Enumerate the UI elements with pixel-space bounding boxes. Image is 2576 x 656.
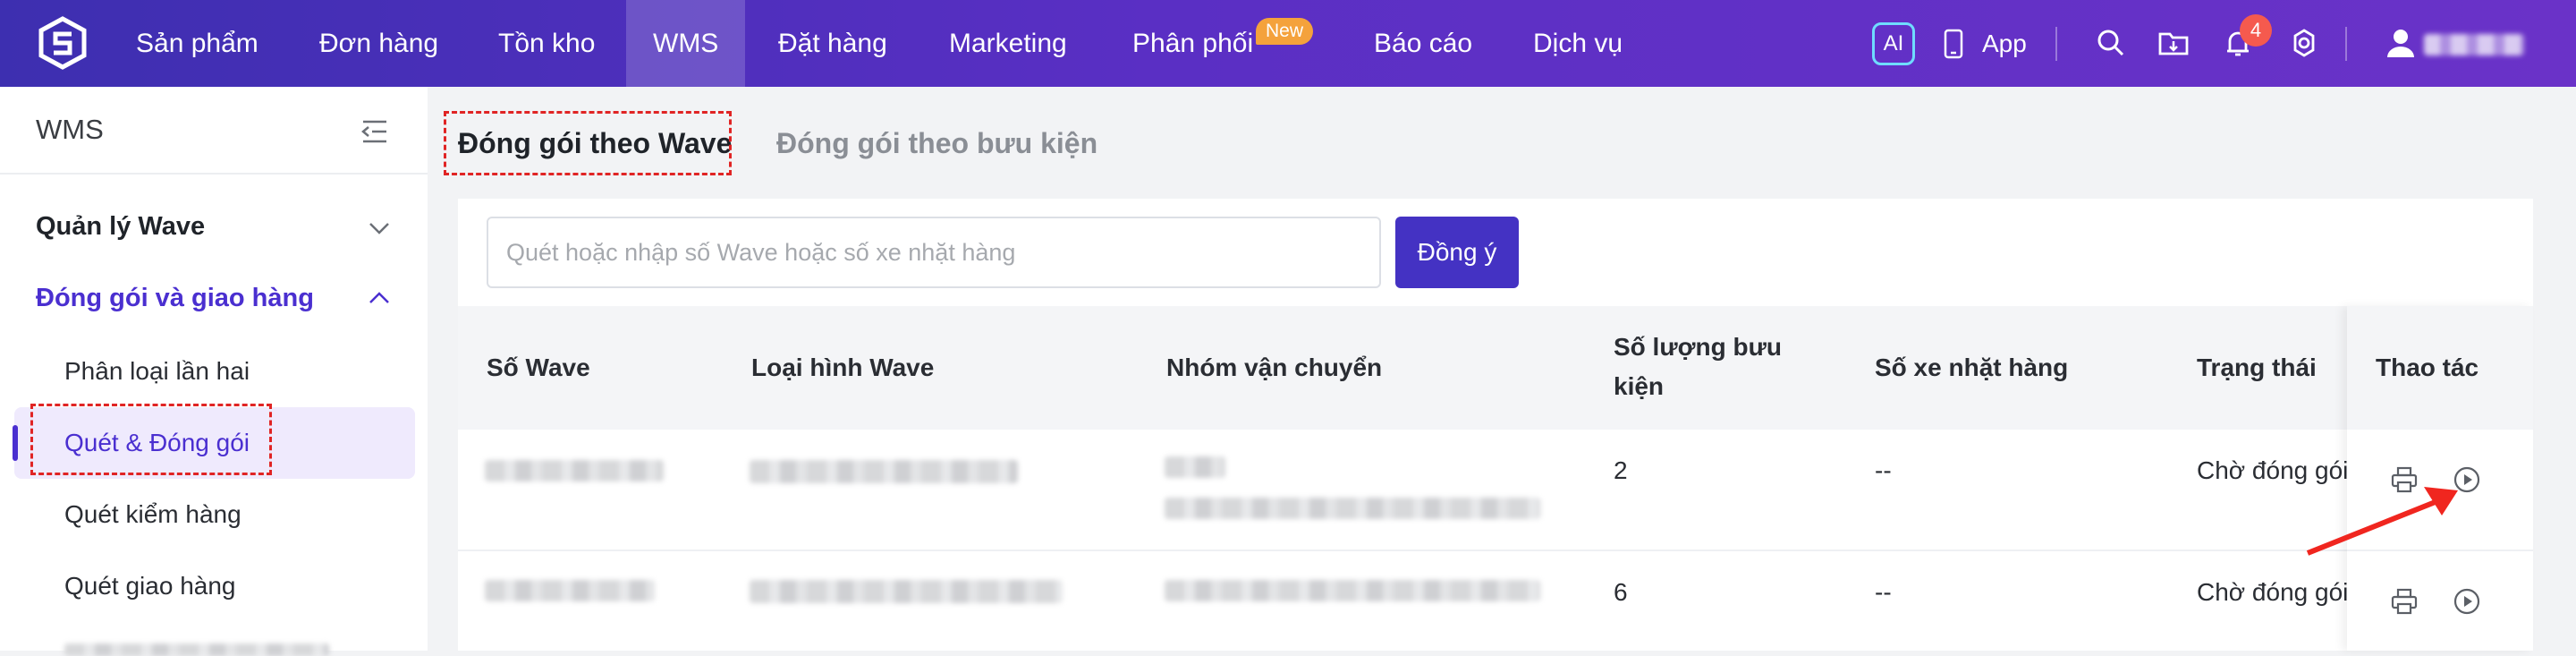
pointer-arrow-annotation bbox=[2306, 487, 2458, 556]
user-icon[interactable] bbox=[2385, 27, 2417, 59]
column-header-status: Trạng thái bbox=[2197, 354, 2317, 381]
column-header-wave-number: Số Wave bbox=[487, 354, 590, 381]
new-badge: New bbox=[1256, 18, 1314, 45]
highlight-box-tab-wave bbox=[444, 111, 732, 175]
top-navigation-bar: Sản phẩm Đơn hàng Tồn kho WMS Đặt hàng M… bbox=[0, 0, 2576, 87]
sidebar-item-cutoff[interactable] bbox=[64, 643, 329, 656]
search-icon[interactable] bbox=[2095, 27, 2127, 59]
notification-count-badge: 4 bbox=[2240, 14, 2272, 47]
column-header-shipping-group: Nhóm vận chuyển bbox=[1166, 354, 1383, 381]
highlight-box-scan-pack bbox=[30, 404, 272, 475]
wave-search-input[interactable]: Quét hoặc nhập số Wave hoặc số xe nhặt h… bbox=[487, 217, 1381, 288]
confirm-button[interactable]: Đồng ý bbox=[1395, 217, 1519, 288]
nav-item-services[interactable]: Dịch vụ bbox=[1533, 0, 1623, 87]
wave-type-redacted bbox=[750, 460, 1018, 483]
nav-item-marketing[interactable]: Marketing bbox=[949, 0, 1067, 87]
play-icon[interactable] bbox=[2453, 587, 2481, 616]
row-divider bbox=[458, 550, 2533, 551]
nav-item-distribution[interactable]: Phân phối bbox=[1132, 0, 1253, 87]
logo-icon[interactable] bbox=[36, 16, 89, 70]
status-text: Chờ đóng gói bbox=[2197, 578, 2349, 606]
parcel-qty: 6 bbox=[1614, 578, 1628, 606]
sidebar-divider bbox=[0, 173, 428, 175]
shipping-group-redacted bbox=[1165, 498, 1540, 519]
sidebar-group-wave-management[interactable]: Quản lý Wave bbox=[36, 212, 205, 242]
sidebar-item-scan-ship[interactable]: Quét giao hàng bbox=[64, 572, 236, 601]
picking-cart: -- bbox=[1875, 578, 1892, 606]
phone-icon[interactable] bbox=[1943, 29, 1964, 59]
nav-item-reports[interactable]: Báo cáo bbox=[1374, 0, 1472, 87]
column-header-parcel-qty-line1: Số lượng bưu bbox=[1614, 333, 1782, 361]
nav-divider bbox=[2055, 27, 2057, 61]
folder-icon[interactable] bbox=[2157, 27, 2190, 59]
tab-pack-by-parcel[interactable]: Đóng gói theo bưu kiện bbox=[776, 127, 1097, 160]
chevron-up-icon[interactable] bbox=[369, 291, 390, 305]
gear-icon[interactable] bbox=[2288, 27, 2320, 59]
nav-item-purchase[interactable]: Đặt hàng bbox=[778, 0, 887, 87]
page-scrollbar-track[interactable] bbox=[2549, 87, 2576, 651]
nav-item-products[interactable]: Sản phẩm bbox=[136, 0, 258, 87]
nav-item-wms[interactable]: WMS bbox=[626, 0, 746, 87]
sidebar-title: WMS bbox=[36, 114, 104, 145]
ai-label: AI bbox=[1883, 31, 1904, 55]
username-redacted[interactable] bbox=[2424, 34, 2524, 55]
shipping-group-redacted bbox=[1165, 456, 1225, 478]
column-header-picking-cart: Số xe nhặt hàng bbox=[1875, 354, 2069, 381]
picking-cart: -- bbox=[1875, 456, 1892, 484]
ai-icon[interactable]: AI bbox=[1872, 22, 1915, 65]
wave-type-redacted bbox=[750, 580, 1063, 603]
print-icon[interactable] bbox=[2390, 587, 2419, 616]
column-header-actions: Thao tác bbox=[2376, 354, 2479, 381]
nav-divider bbox=[2345, 27, 2347, 61]
sidebar: WMS Quản lý Wave Đóng gói và giao hàng P… bbox=[0, 87, 428, 656]
shipping-group-redacted bbox=[1165, 580, 1540, 601]
column-header-parcel-qty-line2: kiện bbox=[1614, 372, 1665, 400]
wave-number-redacted[interactable] bbox=[485, 580, 655, 601]
nav-item-inventory[interactable]: Tồn kho bbox=[498, 0, 595, 87]
sidebar-item-scan-check[interactable]: Quét kiểm hàng bbox=[64, 500, 242, 529]
column-header-wave-type: Loại hình Wave bbox=[751, 354, 935, 381]
nav-item-orders[interactable]: Đơn hàng bbox=[319, 0, 438, 87]
collapse-sidebar-icon[interactable] bbox=[360, 119, 388, 144]
wave-number-redacted[interactable] bbox=[485, 460, 664, 481]
sidebar-active-indicator bbox=[13, 425, 18, 461]
chevron-down-icon[interactable] bbox=[369, 221, 390, 235]
sidebar-item-secondary-sorting[interactable]: Phân loại lần hai bbox=[64, 357, 250, 386]
sidebar-group-packing-shipping[interactable]: Đóng gói và giao hàng bbox=[36, 284, 314, 313]
app-label[interactable]: App bbox=[1982, 0, 2027, 87]
parcel-qty: 2 bbox=[1614, 456, 1628, 484]
